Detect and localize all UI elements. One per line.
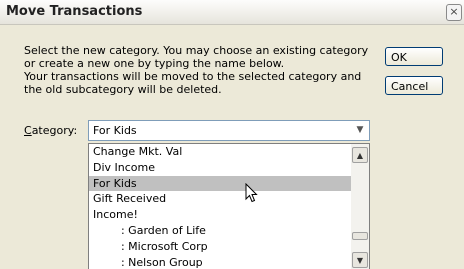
cancel-button[interactable]: Cancel — [385, 76, 443, 95]
scroll-up-icon[interactable]: ▲ — [352, 147, 368, 163]
list-item[interactable]: : Garden of Life — [89, 223, 351, 239]
category-input[interactable]: For Kids — [93, 124, 137, 137]
move-transactions-dialog: Move Transactions × Select the new categ… — [0, 0, 464, 269]
list-item[interactable]: : Microsoft Corp — [89, 239, 351, 255]
category-label-rest: ategory: — [31, 124, 78, 137]
list-scrollbar[interactable]: ▲ ▼ — [351, 144, 369, 269]
list-item[interactable]: Income! — [89, 207, 351, 223]
list-item[interactable]: Gift Received — [89, 191, 351, 207]
category-label: Category: — [24, 124, 77, 137]
instructions-line: or create a new one by typing the name b… — [24, 57, 285, 70]
instructions-line: Select the new category. You may choose … — [24, 44, 369, 57]
title-bar: Move Transactions × — [0, 0, 464, 25]
list-item[interactable]: Change Mkt. Val — [89, 144, 351, 160]
instructions-line: the old subcategory will be deleted. — [24, 83, 222, 96]
list-item[interactable]: Div Income — [89, 160, 351, 176]
dialog-title: Move Transactions — [6, 4, 143, 19]
mouse-pointer-icon — [245, 183, 258, 203]
category-label-mnemonic: C — [24, 124, 32, 137]
category-dropdown-list[interactable]: Change Mkt. Val Div Income For Kids Gift Re… — [88, 143, 370, 269]
ok-button[interactable]: OK — [385, 47, 443, 66]
instructions-text: Select the new category. You may choose … — [24, 44, 369, 96]
scroll-down-icon[interactable]: ▼ — [352, 252, 368, 268]
category-combobox[interactable]: For Kids ▼ — [88, 120, 370, 141]
chevron-down-icon[interactable]: ▼ — [351, 121, 369, 140]
instructions-line: Your transactions will be moved to the s… — [24, 70, 362, 83]
list-item[interactable]: For Kids — [89, 175, 351, 192]
close-icon[interactable]: × — [446, 4, 462, 21]
scroll-thumb[interactable] — [352, 232, 368, 240]
list-item[interactable]: : Nelson Group — [89, 255, 351, 269]
